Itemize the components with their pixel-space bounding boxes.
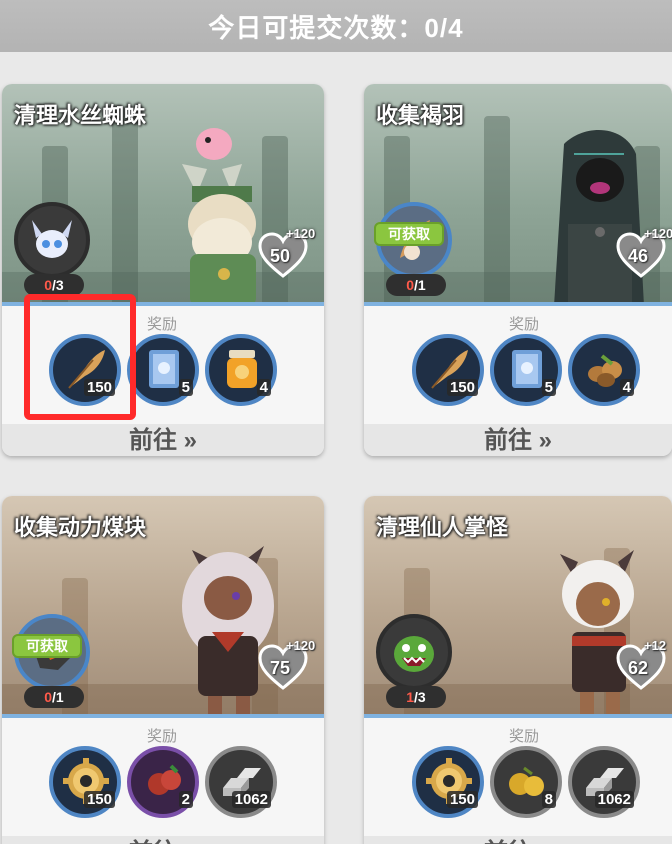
quest-progress: 0/3	[24, 274, 84, 296]
reward-item[interactable]: 5	[127, 334, 199, 406]
quest-card-2[interactable]: 收集褐羽 可获取 0/1 46 +120 奖励 150 5 4 前往 »	[364, 84, 672, 456]
reward-quantity: 8	[541, 791, 556, 808]
reward-item[interactable]: 2	[127, 746, 199, 818]
reward-quantity: 5	[178, 379, 193, 396]
daily-submission-counter: 今日可提交次数：0/4	[0, 0, 672, 52]
reward-quantity: 1062	[594, 791, 634, 808]
affinity-heart: 75 +120	[258, 638, 315, 698]
reward-list: 150 2 1062	[2, 746, 324, 832]
quest-card-4[interactable]: 清理仙人掌怪 1/3 62 +12 奖励 150 8 1062 前往 »	[364, 496, 672, 844]
affinity-bonus: +120	[286, 638, 316, 653]
affinity-heart: 50 +120	[258, 226, 315, 286]
affinity-value: 62	[627, 658, 649, 678]
reward-quantity: 5	[541, 379, 556, 396]
reward-list: 150 5 4	[372, 334, 672, 420]
affinity-bonus: +120	[286, 226, 316, 241]
reward-quantity: 4	[256, 379, 271, 396]
reward-quantity: 150	[446, 791, 478, 808]
reward-item[interactable]: 150	[412, 334, 484, 406]
reward-item[interactable]: 4	[205, 334, 277, 406]
quest-title: 收集动力煤块	[14, 515, 147, 540]
go-button[interactable]: 前往 »	[2, 424, 324, 456]
reward-item[interactable]: 8	[490, 746, 562, 818]
affinity-heart: 46 +120	[616, 226, 672, 286]
reward-quantity: 150	[446, 379, 478, 396]
quest-title: 清理仙人掌怪	[376, 515, 509, 540]
reward-item[interactable]: 5	[490, 334, 562, 406]
water-spider-icon	[32, 220, 72, 258]
affinity-value: 50	[269, 246, 291, 266]
quest-title: 收集褐羽	[376, 103, 465, 128]
go-button[interactable]: 前往 »	[364, 424, 672, 456]
reward-quantity: 1062	[231, 791, 271, 808]
go-button[interactable]: 前往 »	[364, 836, 672, 844]
highlight-box	[24, 294, 136, 420]
claimable-badge: 可获取	[374, 222, 444, 246]
quest-target-portrait	[14, 202, 90, 278]
go-button[interactable]: 前往 »	[2, 836, 324, 844]
reward-label: 奖励	[486, 724, 562, 748]
reward-label: 奖励	[124, 724, 200, 748]
affinity-bonus: +120	[644, 226, 672, 241]
cactus-monster-icon	[394, 636, 434, 672]
reward-list: 150 8 1062	[372, 746, 672, 832]
reward-item[interactable]: 1062	[568, 746, 640, 818]
reward-quantity: 150	[83, 791, 115, 808]
quest-target-portrait	[376, 614, 452, 690]
quest-card-3[interactable]: 收集动力煤块 可获取 0/1 75 +120 奖励 150 2 1062 前往 …	[2, 496, 324, 844]
reward-item[interactable]: 150	[412, 746, 484, 818]
claimable-badge: 可获取	[12, 634, 82, 658]
reward-item[interactable]: 1062	[205, 746, 277, 818]
reward-label: 奖励	[486, 312, 562, 336]
quest-progress: 0/1	[386, 274, 446, 296]
affinity-heart: 62 +12	[616, 638, 670, 698]
affinity-value: 75	[269, 658, 291, 678]
quest-title: 清理水丝蜘蛛	[14, 103, 147, 128]
reward-quantity: 2	[178, 791, 193, 808]
reward-item[interactable]: 150	[49, 746, 121, 818]
quest-progress: 0/1	[24, 686, 84, 708]
reward-item[interactable]: 4	[568, 334, 640, 406]
reward-quantity: 4	[619, 379, 634, 396]
affinity-bonus: +12	[644, 638, 667, 653]
affinity-value: 46	[627, 246, 649, 266]
quest-progress: 1/3	[386, 686, 446, 708]
